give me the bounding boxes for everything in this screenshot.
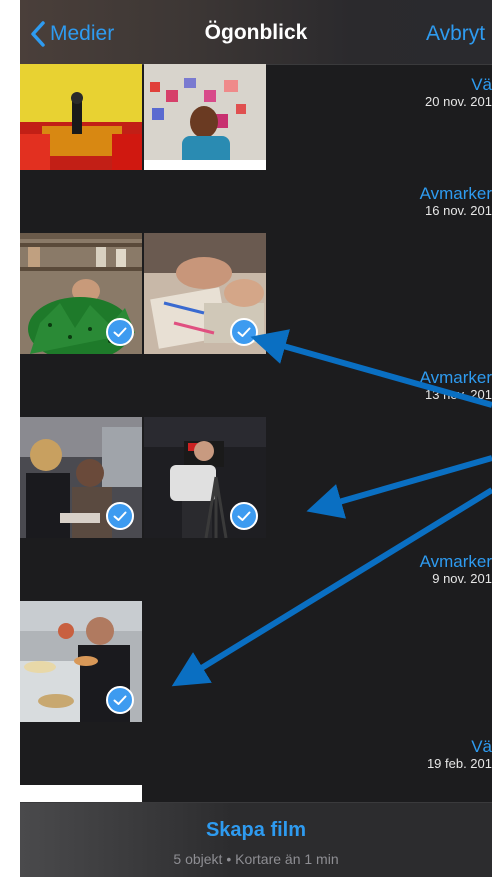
section-header: Vä 20 nov. 201 xyxy=(425,75,492,109)
photo-thumbnail[interactable] xyxy=(20,601,142,722)
checkmark-icon xyxy=(106,502,134,530)
photo-thumbnail[interactable] xyxy=(144,64,266,170)
select-button[interactable]: Vä xyxy=(425,75,492,94)
section-date: 13 nov. 201 xyxy=(425,387,492,402)
section-date: 19 feb. 201 xyxy=(426,756,492,771)
photo-thumbnail[interactable] xyxy=(144,417,266,538)
bottom-toolbar: Skapa film 5 objekt • Kortare än 1 min xyxy=(20,802,492,877)
section-header: Avmarker 16 nov. 201 xyxy=(420,184,492,218)
photo-thumbnail[interactable] xyxy=(20,64,142,170)
page-title: Ögonblick xyxy=(204,21,308,44)
checkmark-icon xyxy=(106,318,134,346)
navigation-bar: Medier Ögonblick Avbryt xyxy=(20,0,492,65)
section-date: 20 nov. 201 xyxy=(425,94,492,109)
selection-summary: 5 objekt • Kortare än 1 min xyxy=(173,851,339,867)
photo-thumbnail[interactable] xyxy=(20,417,142,538)
photo-white xyxy=(20,785,142,802)
cancel-button[interactable]: Avbryt xyxy=(426,22,485,46)
create-film-button[interactable]: Skapa film xyxy=(20,819,492,842)
select-button[interactable]: Vä xyxy=(427,737,492,756)
deselect-button[interactable]: Avmarker xyxy=(420,552,492,571)
checkmark-icon xyxy=(230,318,258,346)
photo-thumbnail[interactable] xyxy=(20,785,142,802)
photo-girl-at-board xyxy=(144,64,266,170)
section-date: 16 nov. 201 xyxy=(425,203,492,218)
section-header: Vä 19 feb. 201 xyxy=(427,737,492,771)
moments-screen: Medier Ögonblick Avbryt Vä 20 nov. 201 A… xyxy=(20,0,492,877)
section-date: 9 nov. 201 xyxy=(432,571,492,586)
photo-thumbnail[interactable] xyxy=(144,233,266,354)
photo-thumbnail[interactable] xyxy=(20,233,142,354)
section-header: Avmarker 9 nov. 201 xyxy=(420,552,492,586)
deselect-button[interactable]: Avmarker xyxy=(420,184,492,203)
checkmark-icon xyxy=(106,686,134,714)
photo-playroom xyxy=(20,64,142,170)
checkmark-icon xyxy=(230,502,258,530)
deselect-button[interactable]: Avmarker xyxy=(420,368,492,387)
section-header: Avmarker 13 nov. 201 xyxy=(420,368,492,402)
